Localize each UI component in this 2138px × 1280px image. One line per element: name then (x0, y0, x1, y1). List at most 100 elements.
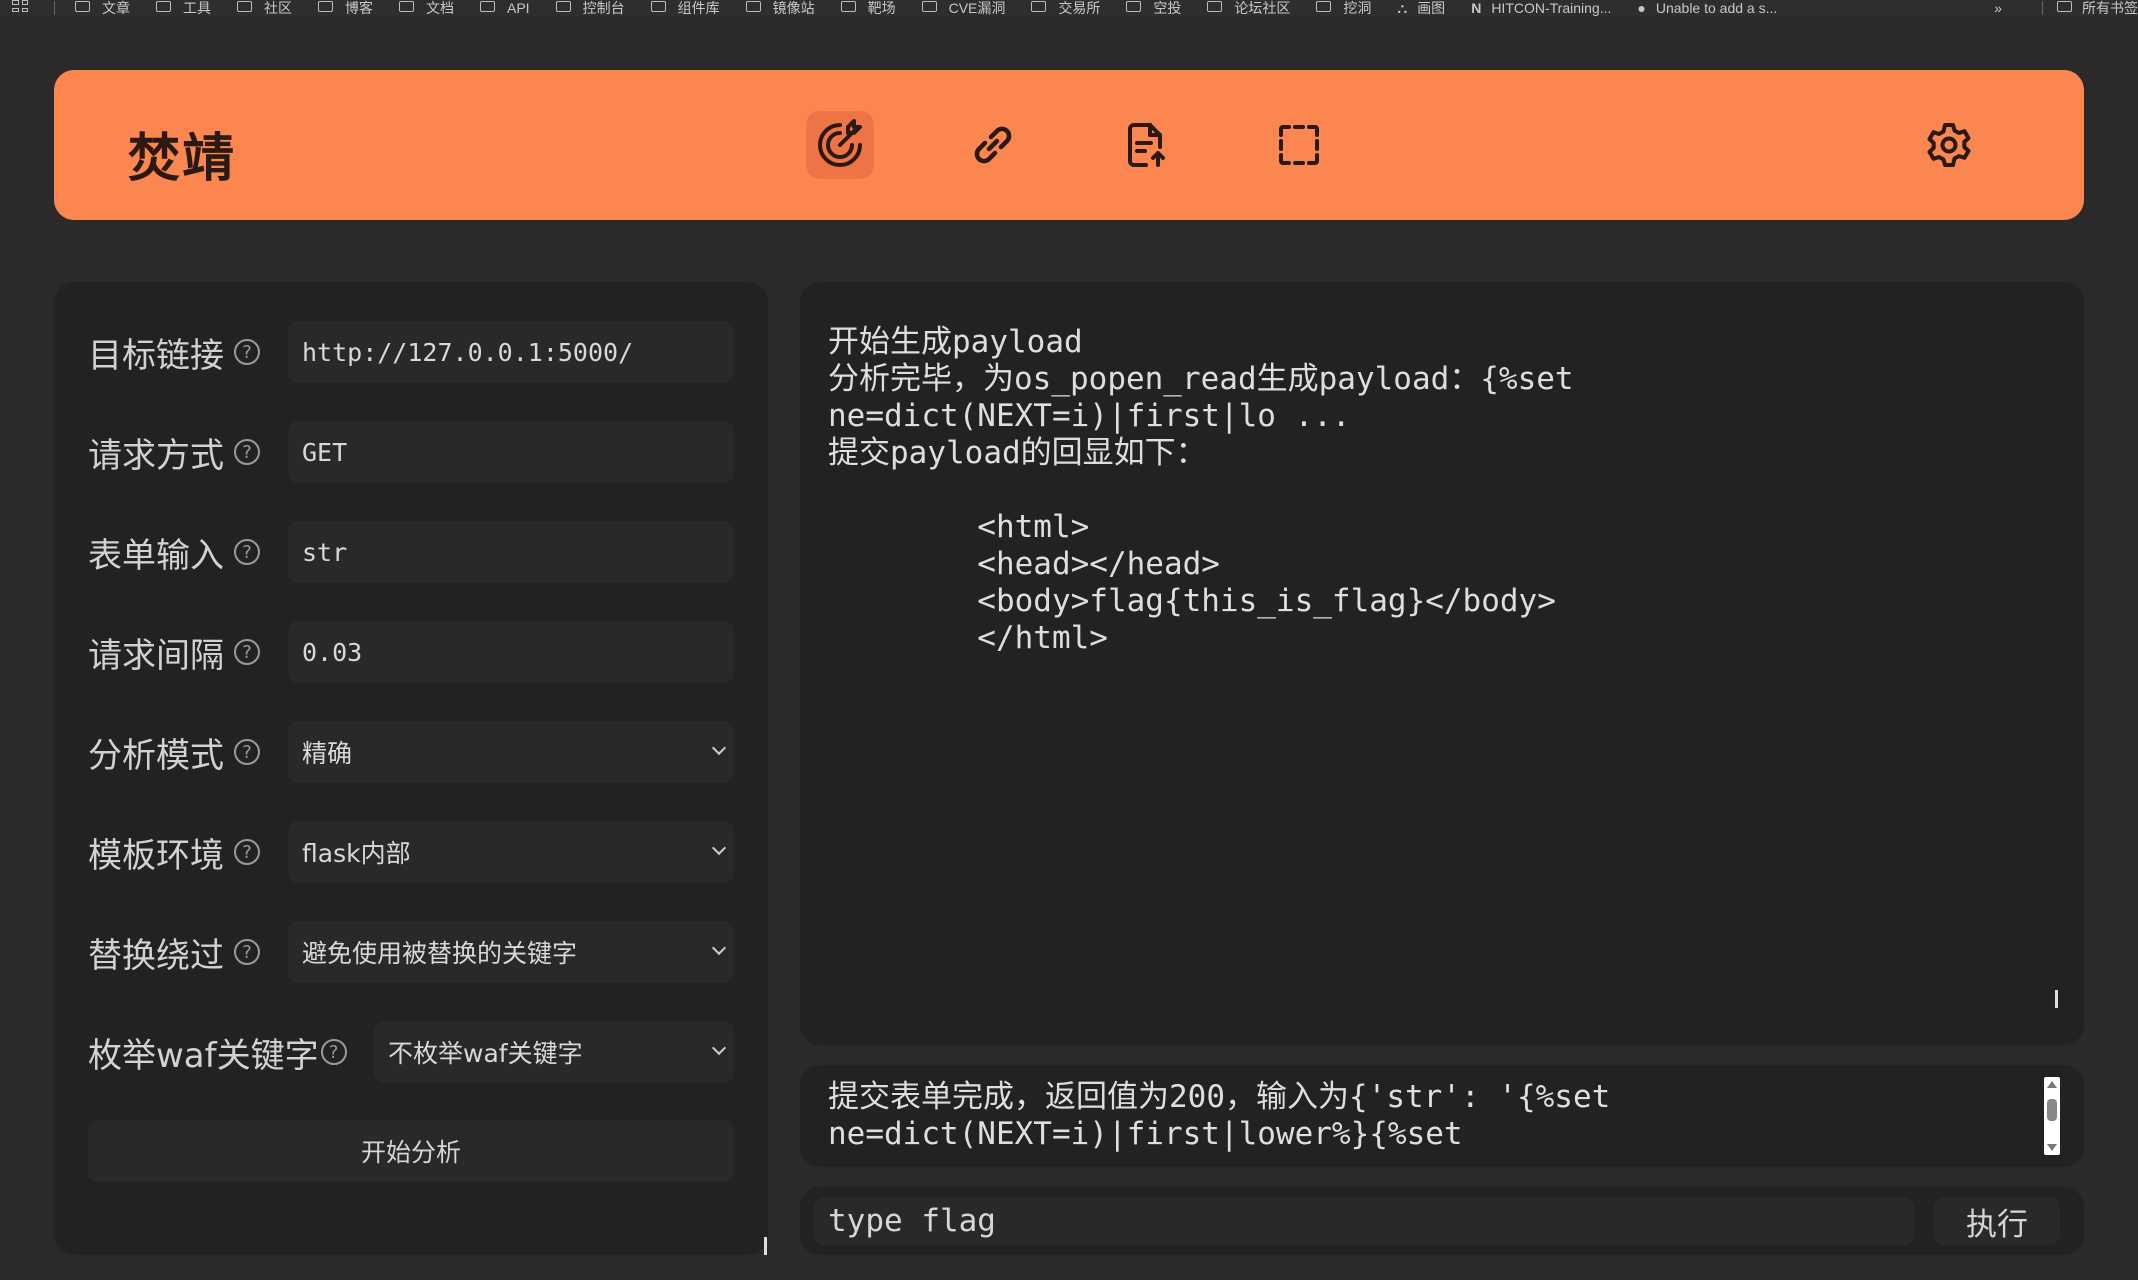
folder-icon (650, 0, 666, 12)
scroll-thumb[interactable] (2047, 1099, 2057, 1121)
form-input-row: 表单输入 ? (88, 521, 260, 583)
folder-icon (555, 0, 571, 12)
help-icon[interactable]: ? (234, 439, 260, 465)
field-label: 目标链接 (88, 335, 224, 376)
crack-nav-button[interactable] (806, 111, 874, 179)
folder-icon (318, 0, 333, 12)
template-env-select[interactable]: flask内部 (288, 821, 734, 883)
resize-handle[interactable] (764, 1237, 767, 1255)
bookmark-item[interactable]: 社区 (237, 0, 292, 16)
help-icon[interactable]: ? (234, 539, 260, 565)
field-label: 请求方式 (88, 435, 224, 476)
bookmark-item[interactable]: 挖洞 (1316, 0, 1371, 16)
bookmark-item[interactable]: 镜像站 (745, 0, 815, 16)
output-panel: 开始生成payload 分析完毕，为os_popen_read生成payload… (800, 282, 2084, 1045)
status-scrollbar[interactable] (2044, 1077, 2060, 1155)
help-icon[interactable]: ? (234, 939, 260, 965)
output-log: 开始生成payload 分析完毕，为os_popen_read生成payload… (828, 324, 1574, 656)
folder-icon (1207, 0, 1223, 12)
field-label: 模板环境 (88, 835, 224, 876)
request-interval-input[interactable]: 0.03 (288, 621, 734, 683)
chevron-down-icon (711, 840, 727, 856)
help-icon[interactable]: ? (320, 1039, 347, 1065)
field-label: 表单输入 (88, 535, 224, 576)
scan-icon (1279, 125, 1319, 165)
scroll-up-icon[interactable] (2047, 1081, 2057, 1088)
resize-handle[interactable] (2055, 990, 2058, 1008)
waf-keyword-row: 枚举waf关键字 ? (88, 1021, 347, 1083)
folder-icon (75, 0, 90, 12)
bookmark-item[interactable]: 空投 (1126, 0, 1181, 16)
field-label: 请求间隔 (88, 635, 224, 676)
bookmark-item[interactable]: N HITCON-Training... (1471, 0, 1611, 16)
start-analysis-button[interactable]: 开始分析 (88, 1120, 734, 1182)
status-log: 提交表单完成，返回值为200，输入为{'str': '{%set ne=dict… (828, 1079, 1611, 1152)
help-icon[interactable]: ? (234, 339, 260, 365)
replace-bypass-select[interactable]: 避免使用被替换的关键字 (288, 921, 734, 983)
bookmarks-bar: 文章 工具 社区 博客 文档 API 控制台 组件库 镜像站 靶场 CVE漏洞 … (0, 0, 2138, 16)
command-input[interactable]: type flag (814, 1197, 1914, 1245)
chevron-down-icon (711, 740, 727, 756)
bookmark-item[interactable]: 控制台 (555, 0, 625, 16)
scroll-down-icon[interactable] (2047, 1144, 2057, 1151)
upload-file-nav-button[interactable] (1112, 111, 1180, 179)
folder-icon (2057, 0, 2072, 12)
command-panel: type flag 执行 (800, 1187, 2084, 1255)
app-header: 焚靖 (54, 70, 2084, 220)
bookmark-item[interactable]: 组件库 (650, 0, 720, 16)
folder-icon (237, 0, 252, 12)
folder-icon (1126, 0, 1142, 12)
crack-icon (818, 119, 862, 167)
help-icon[interactable]: ? (234, 739, 260, 765)
scan-nav-button[interactable] (1265, 111, 1333, 179)
bookmark-item[interactable]: API (480, 0, 530, 16)
app-title: 焚靖 (128, 129, 237, 189)
template-env-row: 模板环境 ? (88, 821, 260, 883)
bookmark-item[interactable]: 论坛社区 (1207, 0, 1290, 16)
bookmark-item[interactable]: ● Unable to add a s... (1637, 0, 1777, 16)
select-value: 避免使用被替换的关键字 (302, 939, 578, 968)
target-url-input[interactable]: http://127.0.0.1:5000/ (288, 321, 734, 383)
bookmark-item[interactable]: ⛬ 画图 (1397, 0, 1445, 16)
bookmark-item[interactable]: 靶场 (840, 0, 896, 16)
all-bookmarks-link[interactable]: 所有书签 (2082, 0, 2138, 16)
folder-icon (1031, 0, 1047, 12)
form-input-field[interactable]: str (288, 521, 734, 583)
github-icon: ● (1637, 0, 1646, 16)
request-method-row: 请求方式 ? (88, 421, 260, 483)
gear-icon (1927, 123, 1971, 167)
select-value: 精确 (302, 739, 353, 768)
bookmark-item[interactable]: 工具 (156, 0, 211, 16)
field-label: 替换绕过 (88, 935, 224, 976)
notion-icon: N (1471, 0, 1482, 16)
folder-icon (745, 0, 761, 12)
execute-button[interactable]: 执行 (1934, 1197, 2060, 1245)
folder-icon (480, 0, 495, 12)
config-panel: 目标链接 ? http://127.0.0.1:5000/ 请求方式 ? GET… (54, 282, 768, 1255)
upload-file-icon (1128, 123, 1165, 167)
bookmark-item[interactable]: 博客 (318, 0, 373, 16)
analysis-mode-select[interactable]: 精确 (288, 721, 734, 783)
waf-keyword-select[interactable]: 不枚举waf关键字 (374, 1021, 734, 1083)
folder-icon (156, 0, 171, 12)
more-bookmarks-button[interactable]: » (1994, 0, 2002, 16)
bookmark-item[interactable]: CVE漏洞 (921, 0, 1005, 16)
link-nav-button[interactable] (959, 111, 1027, 179)
bookmarks-right: » 所有书签 (1994, 0, 2138, 16)
settings-button[interactable] (1915, 111, 1983, 179)
folder-icon (921, 0, 937, 12)
select-value: flask内部 (302, 839, 411, 868)
chevron-down-icon (711, 940, 727, 956)
bookmarks-separator (2042, 1, 2043, 15)
request-method-input[interactable]: GET (288, 421, 734, 483)
folder-icon (399, 0, 414, 12)
bookmark-item[interactable]: 交易所 (1031, 0, 1100, 16)
bookmark-item[interactable]: 文档 (399, 0, 454, 16)
status-panel: 提交表单完成，返回值为200，输入为{'str': '{%set ne=dict… (800, 1065, 2084, 1167)
bookmarks-separator (54, 1, 55, 15)
help-icon[interactable]: ? (234, 639, 260, 665)
apps-icon[interactable] (12, 0, 28, 12)
select-value: 不枚举waf关键字 (388, 1039, 583, 1068)
bookmark-item[interactable]: 文章 (75, 0, 130, 16)
help-icon[interactable]: ? (234, 839, 260, 865)
